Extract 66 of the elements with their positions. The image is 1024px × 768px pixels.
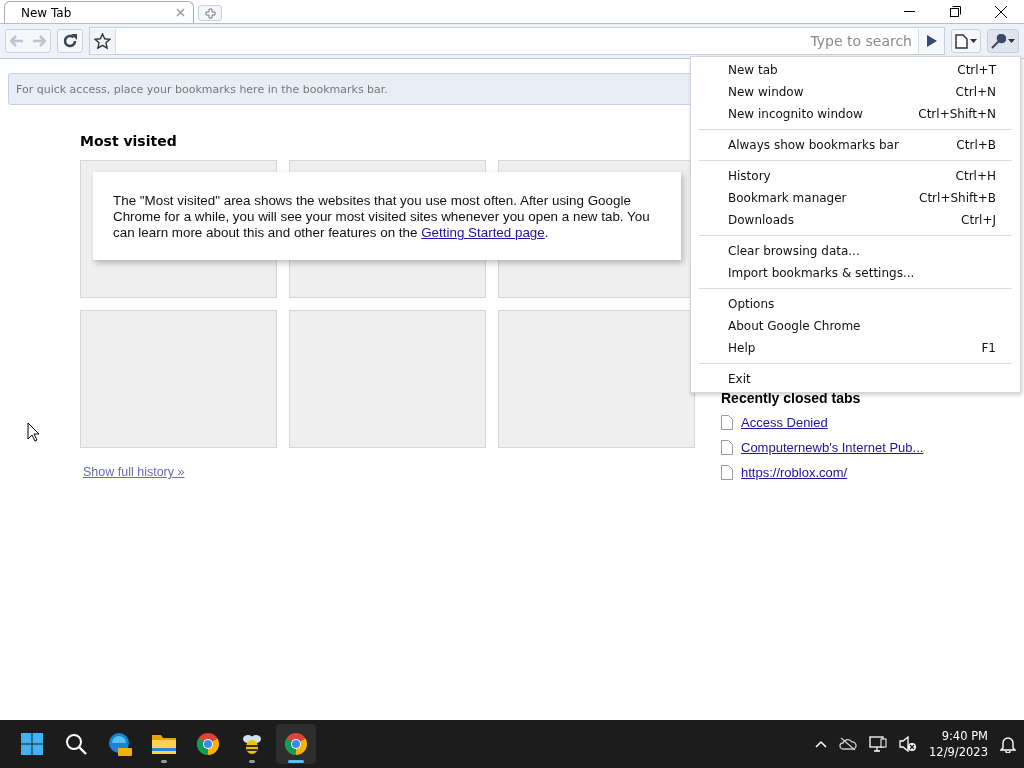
running-indicator [249,760,255,763]
reload-button[interactable] [57,29,83,53]
page-icon [955,33,968,49]
browser-tab[interactable]: New Tab [4,1,194,23]
close-icon [995,5,1007,18]
menu-item[interactable]: Always show bookmarks bar Ctrl+B [691,134,1020,156]
closed-tab-link[interactable]: https://roblox.com/ [741,464,848,480]
play-icon [926,35,937,47]
shortcut-label: Ctrl+H [955,169,996,183]
star-icon [94,32,111,50]
section-heading: Most visited [80,133,178,149]
section-heading: Recently closed tabs [721,390,862,406]
mouse-cursor-icon [27,422,40,442]
menu-item[interactable]: New incognito window Ctrl+Shift+N [691,103,1020,125]
closed-tab-link[interactable]: Access Denied [741,414,828,430]
restore-icon [949,6,961,17]
clock[interactable]: 9:40 PM 12/9/2023 [929,728,988,760]
shortcut-label: F1 [981,341,996,355]
minimize-icon [903,10,915,13]
running-indicator [161,760,167,763]
getting-started-link[interactable]: Getting Started page [421,225,545,240]
page-icon [721,439,733,455]
network-icon[interactable] [869,736,888,752]
shortcut-label: Ctrl+Shift+B [919,191,996,205]
menu-item[interactable]: About Google Chrome [691,315,1020,337]
reload-icon [62,33,78,49]
shortcut-label: Ctrl+Shift+N [918,107,996,121]
wrench-menu-button[interactable] [987,29,1019,53]
close-icon[interactable] [176,8,185,17]
shortcut-label: Ctrl+B [956,138,996,152]
windows-start-icon[interactable] [20,732,44,756]
menu-item[interactable]: Bookmark manager Ctrl+Shift+B [691,187,1020,209]
volume-muted-icon[interactable] [899,736,918,752]
chevron-up-icon[interactable] [815,740,828,748]
notification-bell-icon[interactable] [1000,735,1016,753]
browser-icon[interactable] [107,731,133,757]
taskbar-button[interactable] [276,724,316,764]
chrome-icon[interactable] [284,732,308,756]
menu-item[interactable]: Downloads Ctrl+J [691,209,1020,231]
menu-item[interactable]: Clear browsing data... [691,240,1020,262]
menu-item[interactable]: Help F1 [691,337,1020,359]
show-history-link[interactable]: Show full history » [83,465,185,479]
folder-icon[interactable] [151,732,177,756]
menu-item[interactable]: Import bookmarks & settings... [691,262,1020,284]
shortcut-label: Ctrl+N [955,85,996,99]
chrome-icon[interactable] [196,732,220,756]
menu-item[interactable]: Exit [691,368,1020,390]
address-bar[interactable]: Type to search [89,27,945,55]
plus-icon [204,7,216,19]
cloud-off-icon[interactable] [839,737,858,751]
bookmark-star-button[interactable] [90,29,116,53]
info-text: The "Most visited" area shows the websites that you use most often. After using Google Chrome for a while, you will see your most visited sites whenever you open a new tab. You can learn more about this and other features on the Getting Started page. [93,172,681,260]
menu-item[interactable]: History Ctrl+H [691,165,1020,187]
bee-icon[interactable] [240,732,264,756]
running-indicator [288,760,304,763]
search-icon[interactable] [64,732,88,756]
caret-icon [1008,39,1015,43]
page-icon [721,414,733,430]
page-icon [721,464,733,480]
new-tab-button[interactable] [198,5,222,21]
menu-item[interactable]: Options [691,293,1020,315]
go-button[interactable] [918,29,944,53]
caret-icon [970,39,977,43]
closed-tab-link[interactable]: Computernewb's Internet Pub... [741,439,924,455]
page-menu-button[interactable] [951,29,981,53]
shortcut-label: Ctrl+J [961,213,996,227]
